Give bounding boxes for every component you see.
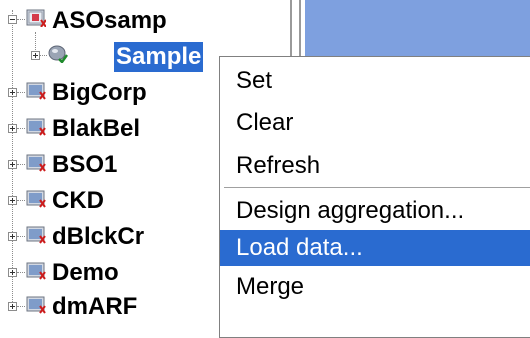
tree-connector-line — [35, 32, 36, 50]
expand-toggle[interactable] — [8, 232, 17, 241]
tree-node-label: Sample — [114, 42, 204, 72]
application-icon — [26, 118, 46, 136]
tree-connector-line — [40, 55, 47, 56]
tree-connector-line — [17, 236, 25, 237]
menu-separator — [224, 187, 530, 188]
context-menu: Set Clear Refresh Design aggregation... … — [219, 56, 530, 338]
expand-toggle[interactable] — [8, 88, 17, 97]
tree-node-ckd[interactable]: CKD — [52, 185, 104, 217]
tree-connector-line — [17, 200, 25, 201]
application-icon — [26, 226, 46, 244]
tree-node-label: Demo — [52, 259, 119, 286]
database-icon — [26, 9, 46, 27]
application-icon — [26, 262, 46, 280]
tree-node-label: BigCorp — [52, 79, 147, 106]
expand-toggle[interactable] — [8, 160, 17, 169]
tree-connector-line — [17, 128, 25, 129]
menu-item-refresh[interactable]: Refresh — [220, 148, 530, 184]
menu-item-clear[interactable]: Clear — [220, 105, 530, 141]
cube-icon — [48, 45, 68, 63]
application-icon — [26, 190, 46, 208]
tree-connector-line — [17, 19, 25, 20]
menu-item-load-data[interactable]: Load data... — [220, 230, 530, 266]
tree-connector-line — [17, 272, 25, 273]
menu-item-merge[interactable]: Merge — [220, 269, 530, 305]
menu-item-label: Clear — [236, 109, 294, 136]
tree-node-blakbel[interactable]: BlakBel — [52, 113, 140, 145]
tree-node-label: BlakBel — [52, 115, 141, 142]
expand-toggle[interactable] — [8, 302, 17, 311]
expand-toggle[interactable] — [31, 51, 40, 60]
tree-node-demo[interactable]: Demo — [52, 257, 119, 289]
application-icon — [26, 296, 46, 314]
tree-connector-line — [17, 306, 25, 307]
tree-connector-line — [17, 164, 25, 165]
expand-toggle[interactable] — [8, 196, 17, 205]
application-icon — [26, 154, 46, 172]
menu-item-label: Merge — [236, 273, 305, 300]
expand-toggle[interactable] — [8, 268, 17, 277]
menu-item-label: Load data... — [236, 234, 363, 261]
tree-node-label: CKD — [52, 187, 104, 214]
application-icon — [26, 82, 46, 100]
menu-item-label: Design aggregation... — [236, 197, 465, 224]
tree-node-label: dmARF — [52, 293, 138, 320]
selected-content-area — [305, 0, 530, 56]
tree-node-label: ASOsamp — [52, 7, 167, 34]
menu-item-design-aggregation[interactable]: Design aggregation... — [220, 193, 530, 229]
tree-node-bso1[interactable]: BSO1 — [52, 149, 117, 181]
tree-node-bigcorp[interactable]: BigCorp — [52, 77, 147, 109]
menu-item-label: Refresh — [236, 152, 321, 179]
tree-node-sample[interactable]: Sample — [114, 41, 204, 73]
menu-item-label: Set — [236, 67, 273, 94]
expand-toggle[interactable] — [8, 124, 17, 133]
tree-node-label: BSO1 — [52, 151, 118, 178]
collapse-toggle[interactable] — [8, 15, 17, 24]
tree-node-label: dBlckCr — [52, 223, 145, 250]
tree-node-dmarf[interactable]: dmARF — [52, 291, 137, 323]
tree-connector-line — [17, 92, 25, 93]
tree-node-dblckcr[interactable]: dBlckCr — [52, 221, 144, 253]
menu-item-set[interactable]: Set — [220, 63, 530, 99]
tree-node-asosamp[interactable]: ASOsamp — [52, 5, 167, 37]
